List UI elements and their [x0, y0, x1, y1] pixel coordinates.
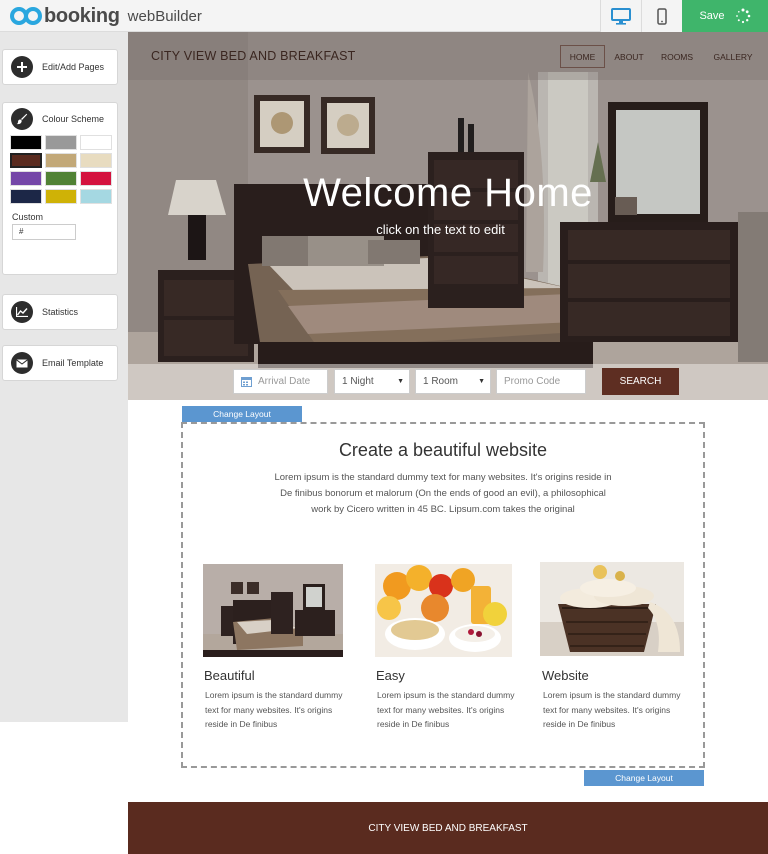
nav-rooms[interactable]: ROOMS — [656, 45, 698, 68]
rooms-select[interactable]: 1 Room ▼ — [415, 369, 491, 394]
hero-heading[interactable]: Welcome Home — [128, 171, 768, 216]
promo-code-input[interactable]: Promo Code — [496, 369, 586, 394]
colour-swatch[interactable] — [10, 171, 42, 186]
towels-thumbnail — [540, 562, 684, 656]
search-button[interactable]: SEARCH — [602, 368, 679, 395]
calendar-icon — [241, 377, 252, 387]
colour-swatch[interactable] — [80, 171, 112, 186]
colour-swatch[interactable] — [45, 189, 77, 204]
hero-section: CITY VIEW BED AND BREAKFAST HOME ABOUT R… — [128, 32, 768, 400]
colour-scheme-panel: Colour Scheme Custom # — [2, 102, 118, 275]
colour-swatch[interactable] — [80, 153, 112, 168]
logo-mark-icon — [10, 7, 42, 25]
desktop-view-button[interactable] — [600, 0, 641, 32]
hero-subheading[interactable]: click on the text to edit — [128, 222, 753, 237]
save-button[interactable]: Save — [682, 0, 768, 32]
monitor-icon — [611, 7, 631, 25]
custom-colour-label: Custom — [12, 212, 44, 222]
logo-suffix: webBuilder — [127, 7, 202, 25]
custom-colour-input[interactable]: # — [12, 224, 76, 240]
colour-swatch[interactable] — [45, 153, 77, 168]
arrival-date-input[interactable]: Arrival Date — [233, 369, 328, 394]
top-bar: booking webBuilder Save — [0, 0, 768, 32]
card-title-easy[interactable]: Easy — [376, 668, 405, 683]
footer-text[interactable]: CITY VIEW BED AND BREAKFAST — [368, 823, 527, 834]
nav-gallery[interactable]: GALLERY — [708, 45, 758, 68]
rooms-value: 1 Room — [423, 376, 459, 387]
statistics-label: Statistics — [42, 307, 79, 317]
change-layout-button-top[interactable]: Change Layout — [182, 406, 302, 422]
colour-scheme-header[interactable]: Colour Scheme — [3, 103, 117, 135]
colour-swatch[interactable] — [10, 135, 42, 150]
arrival-date-placeholder: Arrival Date — [258, 376, 311, 387]
card-text-website[interactable]: Lorem ipsum is the standard dummy text f… — [543, 688, 683, 732]
card-text-easy[interactable]: Lorem ipsum is the standard dummy text f… — [377, 688, 517, 732]
hero-bedroom-image — [128, 32, 768, 400]
content-lead-text[interactable]: Lorem ipsum is the standard dummy text f… — [271, 470, 615, 518]
colour-swatch-grid — [3, 135, 117, 204]
sidebar: Edit/Add Pages Colour Scheme Custom # St… — [0, 32, 128, 722]
booking-bar: Arrival Date 1 Night ▼ 1 Room ▼ Promo Co… — [128, 364, 768, 400]
spinner-icon — [735, 8, 750, 24]
statistics-button[interactable]: Statistics — [2, 294, 118, 330]
bedroom-thumbnail — [203, 564, 343, 657]
promo-code-placeholder: Promo Code — [504, 376, 561, 387]
breakfast-thumbnail — [375, 564, 512, 657]
content-heading[interactable]: Create a beautiful website — [183, 440, 703, 461]
nights-value: 1 Night — [342, 376, 374, 387]
nights-select[interactable]: 1 Night ▼ — [334, 369, 410, 394]
phone-icon — [657, 7, 667, 25]
card-text-beautiful[interactable]: Lorem ipsum is the standard dummy text f… — [205, 688, 345, 732]
plus-icon — [11, 56, 33, 78]
colour-swatch[interactable] — [10, 189, 42, 204]
brush-icon — [11, 108, 33, 130]
site-header: CITY VIEW BED AND BREAKFAST HOME ABOUT R… — [128, 32, 768, 80]
mobile-view-button[interactable] — [641, 0, 682, 32]
chevron-down-icon: ▼ — [478, 378, 485, 385]
nav-home[interactable]: HOME — [560, 45, 605, 68]
content-section: Create a beautiful website Lorem ipsum i… — [181, 422, 705, 768]
save-label: Save — [699, 10, 725, 22]
colour-swatch[interactable] — [80, 135, 112, 150]
nav-about[interactable]: ABOUT — [610, 45, 648, 68]
colour-swatch[interactable] — [45, 171, 77, 186]
card-image-breakfast[interactable] — [375, 564, 512, 657]
card-title-website[interactable]: Website — [542, 668, 589, 683]
card-title-beautiful[interactable]: Beautiful — [204, 668, 255, 683]
site-footer: CITY VIEW BED AND BREAKFAST — [128, 802, 768, 854]
colour-scheme-label: Colour Scheme — [42, 114, 105, 124]
edit-pages-button[interactable]: Edit/Add Pages — [2, 49, 118, 85]
edit-pages-label: Edit/Add Pages — [42, 62, 105, 72]
card-image-towels[interactable] — [540, 562, 684, 656]
email-template-label: Email Template — [42, 358, 104, 368]
colour-swatch[interactable] — [10, 153, 42, 168]
colour-swatch[interactable] — [45, 135, 77, 150]
chart-icon — [11, 301, 33, 323]
webbuilder-app: booking webBuilder Save Edit/Add Pages C… — [0, 0, 768, 854]
email-template-button[interactable]: Email Template — [2, 345, 118, 381]
change-layout-button-bottom[interactable]: Change Layout — [584, 770, 704, 786]
site-title[interactable]: CITY VIEW BED AND BREAKFAST — [151, 49, 356, 63]
colour-swatch[interactable] — [80, 189, 112, 204]
envelope-icon — [11, 352, 33, 374]
chevron-down-icon: ▼ — [397, 378, 404, 385]
logo: booking webBuilder — [10, 4, 202, 28]
card-image-bedroom[interactable] — [203, 564, 343, 657]
logo-text: booking — [44, 4, 120, 27]
